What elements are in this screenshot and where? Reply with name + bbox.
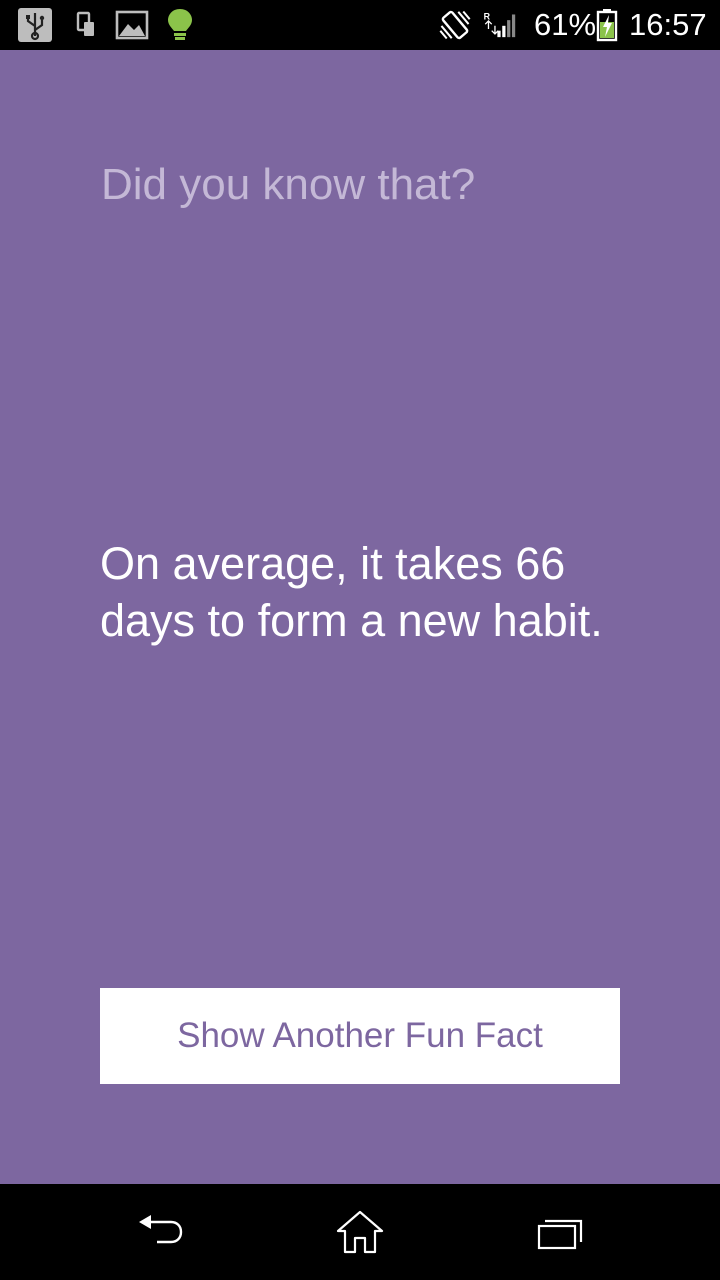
home-icon xyxy=(336,1210,384,1254)
back-icon xyxy=(139,1215,183,1244)
image-icon xyxy=(115,8,149,42)
page-title: Did you know that? xyxy=(101,160,476,209)
usb-icon xyxy=(18,8,52,42)
app-screen: R 61% 16:57 Did you know that? On averag… xyxy=(0,0,720,1280)
clock: 16:57 xyxy=(629,7,707,42)
navigation-bar xyxy=(0,1184,720,1280)
back-button[interactable] xyxy=(125,1202,195,1262)
home-button[interactable] xyxy=(325,1202,395,1262)
battery-percent: 61% xyxy=(534,7,597,42)
vibrate-icon xyxy=(438,8,472,42)
roaming-indicator: R xyxy=(484,11,491,21)
show-another-fun-fact-button[interactable]: Show Another Fun Fact xyxy=(100,988,620,1084)
battery-charging-icon xyxy=(590,8,624,42)
lightbulb-icon xyxy=(163,8,197,42)
status-bar: R 61% 16:57 xyxy=(0,0,720,50)
device-transfer-icon xyxy=(70,8,104,42)
signal-icon: R xyxy=(482,8,516,42)
recent-apps-icon xyxy=(537,1219,583,1250)
fun-fact-text: On average, it takes 66 days to form a n… xyxy=(100,538,603,646)
recent-apps-button[interactable] xyxy=(525,1202,595,1262)
